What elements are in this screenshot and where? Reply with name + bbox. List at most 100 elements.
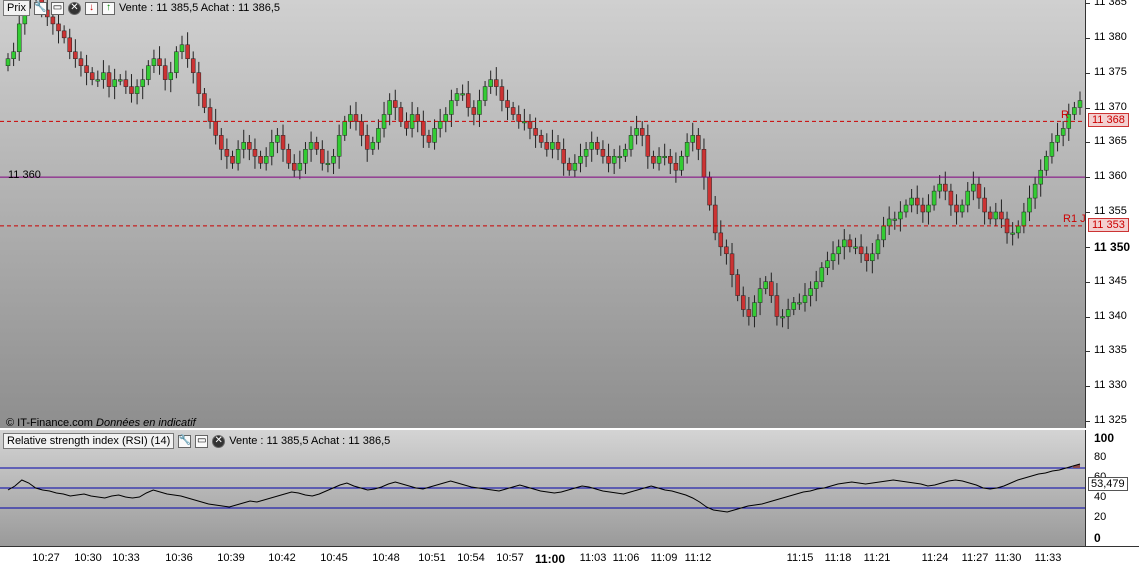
candle-bear	[606, 156, 611, 164]
price-tick-label: 11 345	[1094, 274, 1127, 287]
wrench-icon[interactable]: 🔧	[178, 434, 192, 448]
candle-bear	[718, 232, 724, 248]
candle-bear	[774, 295, 780, 317]
candle-bull	[241, 142, 246, 150]
rsi-panel[interactable]: Relative strength index (RSI) (14) 🔧 ▭ ✕…	[0, 430, 1085, 546]
time-tick-label: 11:18	[824, 552, 852, 564]
candle-bull	[275, 135, 280, 143]
candle-bull	[825, 260, 830, 268]
price-tick-mark	[1086, 212, 1090, 213]
up-arrow-icon[interactable]: ↑	[101, 1, 115, 15]
rsi-panel-label[interactable]: Relative strength index (RSI) (14)	[3, 433, 175, 449]
candle-bear	[84, 65, 89, 73]
candle-bull	[101, 72, 106, 80]
candle-bear	[712, 204, 718, 234]
candle-bull	[140, 79, 145, 87]
candle-bear	[999, 211, 1004, 220]
candle-bull	[617, 156, 623, 159]
candle-bear	[398, 107, 404, 122]
candle-bull	[151, 58, 157, 66]
candle-bull	[898, 211, 903, 220]
candle-bull	[146, 65, 151, 80]
candle-bear	[600, 149, 606, 157]
candle-bull	[348, 114, 353, 122]
candle-bear	[465, 93, 471, 108]
candle-bear	[50, 16, 56, 25]
candle-bear	[696, 135, 701, 150]
candle-bear	[252, 149, 258, 157]
candle-bear	[639, 128, 645, 136]
level-badge: 11 353	[1088, 217, 1129, 232]
candle-bull	[583, 149, 589, 157]
price-tick-mark	[1086, 72, 1090, 74]
candle-bear	[202, 93, 207, 108]
price-tick-mark	[1086, 3, 1090, 4]
time-tick-label: 10:54	[457, 552, 485, 564]
candle-bull	[830, 253, 836, 262]
candle-bull	[926, 204, 931, 213]
candle-bear	[555, 142, 561, 150]
candle-bear	[129, 86, 134, 94]
price-quote-text: Vente : 11 385,5 Achat : 11 386,5	[118, 2, 281, 14]
down-arrow-icon[interactable]: ↓	[84, 1, 98, 15]
window-icon[interactable]: ▭	[195, 434, 209, 448]
candle-bear	[280, 135, 286, 150]
candle-bull	[449, 100, 454, 115]
candle-bull	[572, 162, 578, 171]
price-tick-mark	[1086, 37, 1090, 39]
candle-bull	[16, 23, 22, 53]
candle-bull	[679, 156, 684, 171]
price-panel-label[interactable]: Prix	[3, 0, 30, 16]
rsi-axis: 10080604020053,479	[1085, 430, 1139, 546]
time-tick-label: 11:33	[1034, 552, 1062, 564]
price-tick-label: 11 375	[1094, 65, 1127, 78]
price-tick-mark	[1086, 177, 1090, 179]
candle-bear	[954, 204, 959, 213]
candle-bull	[797, 302, 802, 305]
price-tick-mark	[1086, 421, 1090, 422]
candle-bull	[1021, 211, 1027, 227]
time-tick-label: 11:21	[863, 552, 891, 564]
candle-bear	[353, 114, 359, 122]
close-icon[interactable]: ✕	[212, 434, 226, 448]
candle-bear	[78, 58, 84, 66]
candle-bull	[628, 135, 634, 150]
candle-bear	[651, 156, 656, 164]
candle-bull	[623, 149, 628, 157]
rsi-toolbar: Relative strength index (RSI) (14) 🔧 ▭ ✕…	[3, 433, 390, 449]
time-tick-label: 10:45	[320, 552, 348, 564]
candle-bear	[207, 107, 213, 122]
price-chart-panel[interactable]: Prix 🔧 ▭ ✕ ↓ ↑ Vente : 11 385,5 Achat : …	[0, 0, 1086, 429]
candle-bull	[5, 58, 11, 66]
window-icon[interactable]: ▭	[50, 1, 64, 15]
candle-bear	[421, 121, 426, 136]
close-icon[interactable]: ✕	[67, 1, 81, 15]
time-tick-label: 11:00	[534, 552, 566, 566]
candle-bear	[190, 58, 196, 73]
time-tick-label: 10:42	[268, 552, 296, 564]
candle-bear	[359, 121, 364, 136]
candle-bull	[870, 253, 875, 262]
candle-bull	[634, 128, 639, 136]
time-tick-label: 11:12	[684, 552, 712, 564]
time-tick-label: 11:30	[994, 552, 1022, 564]
candle-bear	[56, 23, 61, 32]
candle-bear	[364, 135, 370, 150]
price-tick-label: 11 325	[1094, 414, 1127, 426]
candle-bull	[235, 149, 241, 164]
candle-bear	[976, 183, 982, 199]
time-tick-label: 11:09	[650, 552, 678, 564]
candle-bull	[460, 93, 465, 96]
wrench-icon[interactable]: 🔧	[33, 1, 47, 15]
candle-bull	[1049, 142, 1055, 157]
candle-bull	[331, 156, 336, 164]
time-tick-label: 10:39	[217, 552, 245, 564]
candle-bear	[106, 72, 112, 87]
candle-bear	[224, 149, 230, 157]
candle-bear	[157, 58, 162, 66]
price-tick-mark	[1086, 281, 1090, 283]
candle-bear	[393, 100, 398, 108]
candle-bear	[213, 121, 218, 136]
candle-bull	[269, 142, 275, 157]
candle-bear	[943, 183, 948, 192]
